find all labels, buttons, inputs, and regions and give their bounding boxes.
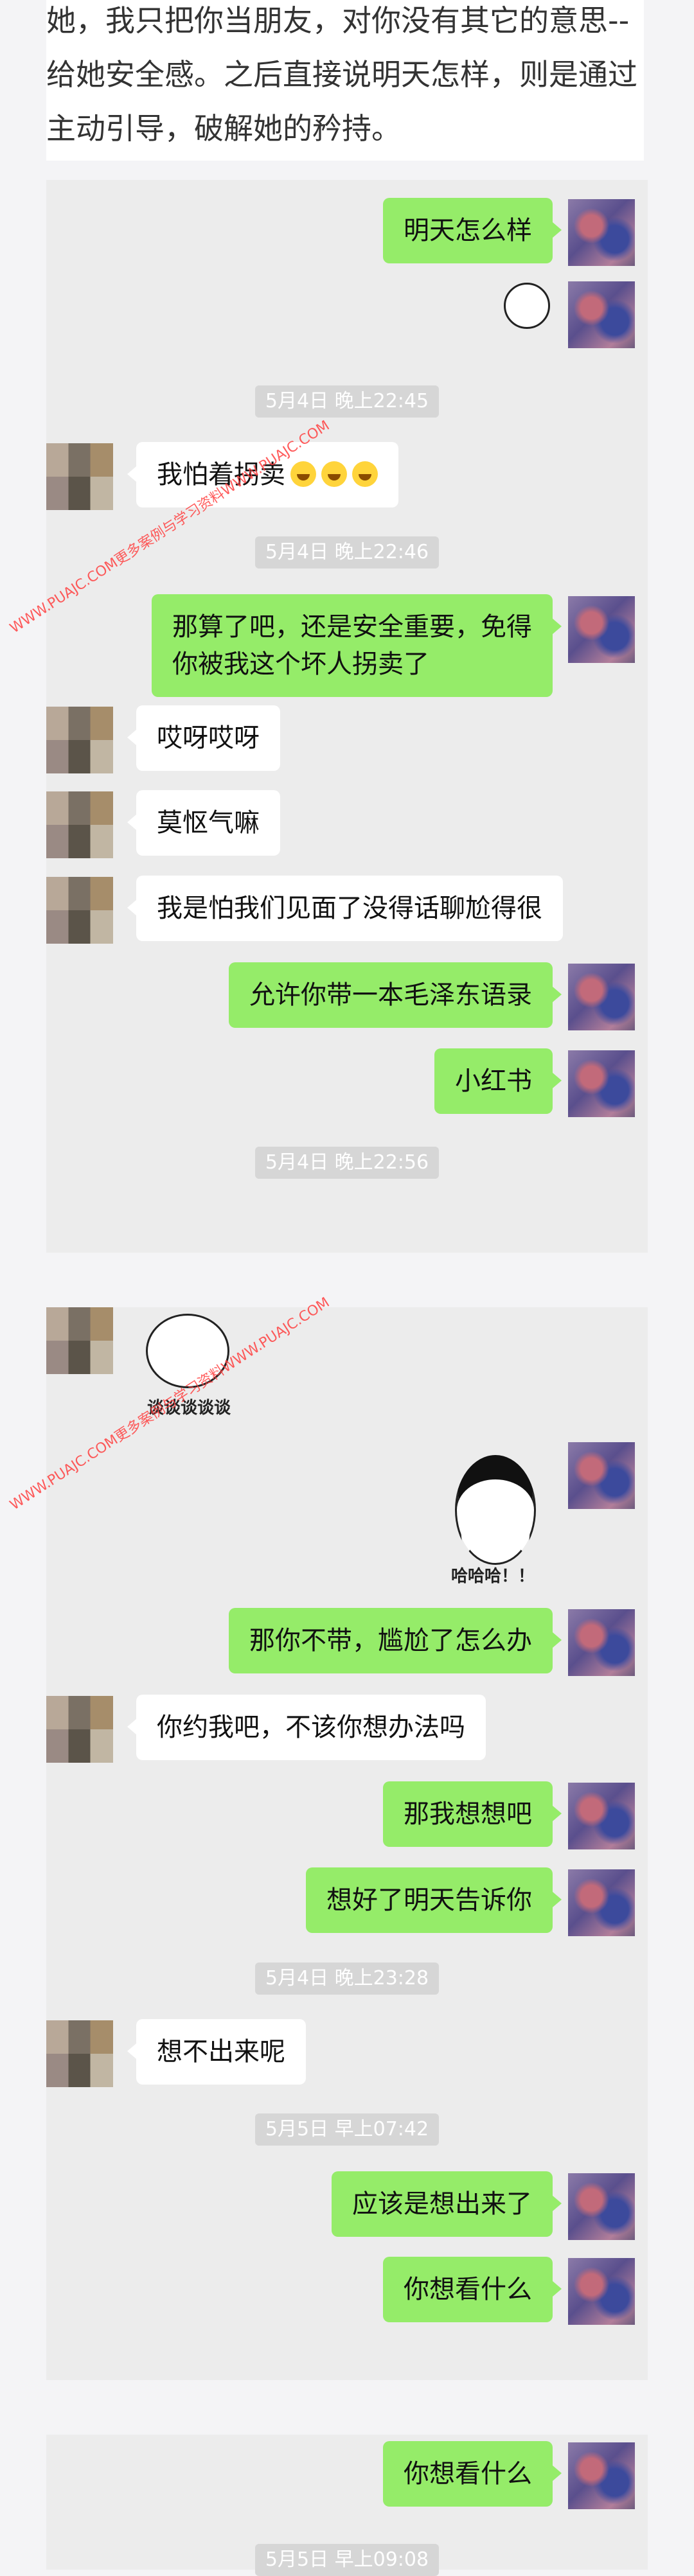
sticker-caption: 哈哈哈！！ xyxy=(451,1567,535,1586)
message-bubble[interactable]: 那算了吧，还是安全重要，免得你被我这个坏人拐卖了 xyxy=(152,594,562,697)
message-bubble[interactable]: 莫怄气嘛 xyxy=(127,790,280,856)
timestamp: 5月5日 早上09:08 xyxy=(254,2544,440,2576)
chat-panel-1: 明天怎么样 5月4日 晚上22:45 我怕着拐卖 5月4日 晚上22:46 那算… xyxy=(46,180,648,1253)
laughing-emoji-icon xyxy=(321,461,347,487)
avatar[interactable] xyxy=(568,199,635,266)
laughing-emoji-icon xyxy=(290,461,316,487)
avatar[interactable] xyxy=(46,707,113,773)
smiley-sticker-icon xyxy=(504,283,550,329)
avatar[interactable] xyxy=(46,791,113,858)
laughing-emoji-icon xyxy=(352,461,378,487)
laughing-face-sticker-icon xyxy=(455,1455,536,1565)
message-bubble[interactable]: 想不出来呢 xyxy=(127,2019,306,2085)
avatar[interactable] xyxy=(568,281,635,348)
message-bubble[interactable]: 哎呀哎呀 xyxy=(127,705,280,771)
timestamp: 5月5日 早上07:42 xyxy=(254,2113,440,2146)
message-bubble[interactable]: 想好了明天告诉你 xyxy=(306,1867,562,1933)
chat-panel-2: 谈谈谈谈谈 哈哈哈！！ 那你不带，尴尬了怎么办 你约我吧，不该你想办法吗 那我想… xyxy=(46,1307,648,2380)
avatar[interactable] xyxy=(46,1696,113,1763)
avatar[interactable] xyxy=(568,2442,635,2509)
message-bubble[interactable]: 你想看什么 xyxy=(383,2441,562,2507)
avatar[interactable] xyxy=(568,1442,635,1509)
message-bubble[interactable]: 小红书 xyxy=(434,1048,562,1114)
avatar[interactable] xyxy=(568,1609,635,1676)
timestamp: 5月4日 晚上22:46 xyxy=(254,536,440,569)
message-bubble[interactable]: 允许你带一本毛泽东语录 xyxy=(229,962,562,1028)
timestamp: 5月4日 晚上22:56 xyxy=(254,1147,440,1179)
avatar[interactable] xyxy=(568,1869,635,1936)
avatar[interactable] xyxy=(46,877,113,944)
avatar[interactable] xyxy=(46,1307,113,1374)
avatar[interactable] xyxy=(568,964,635,1030)
message-bubble[interactable]: 那你不带，尴尬了怎么办 xyxy=(229,1608,562,1673)
avatar[interactable] xyxy=(568,2173,635,2240)
avatar[interactable] xyxy=(568,1050,635,1117)
timestamp: 5月4日 晚上22:45 xyxy=(254,385,440,418)
avatar[interactable] xyxy=(568,2258,635,2325)
chat-panel-3: 你想看什么 5月5日 早上09:08 xyxy=(46,2435,648,2576)
avatar[interactable] xyxy=(46,2020,113,2087)
message-bubble[interactable]: 我是怕我们见面了没得话聊尬得很 xyxy=(127,876,563,941)
message-bubble[interactable]: 应该是想出来了 xyxy=(332,2171,562,2237)
avatar[interactable] xyxy=(568,596,635,663)
message-bubble[interactable]: 明天怎么样 xyxy=(383,198,562,263)
message-bubble[interactable]: 你约我吧，不该你想办法吗 xyxy=(127,1695,486,1760)
article-paragraph: 她，我只把你当朋友，对你没有其它的意思--给她安全感。之后直接说明天怎样，则是通… xyxy=(46,0,644,161)
message-bubble[interactable]: 那我想想吧 xyxy=(383,1781,562,1847)
message-bubble[interactable]: 你想看什么 xyxy=(383,2257,562,2322)
avatar[interactable] xyxy=(46,443,113,510)
avatar[interactable] xyxy=(568,1783,635,1849)
timestamp: 5月4日 晚上23:28 xyxy=(254,1963,440,1995)
